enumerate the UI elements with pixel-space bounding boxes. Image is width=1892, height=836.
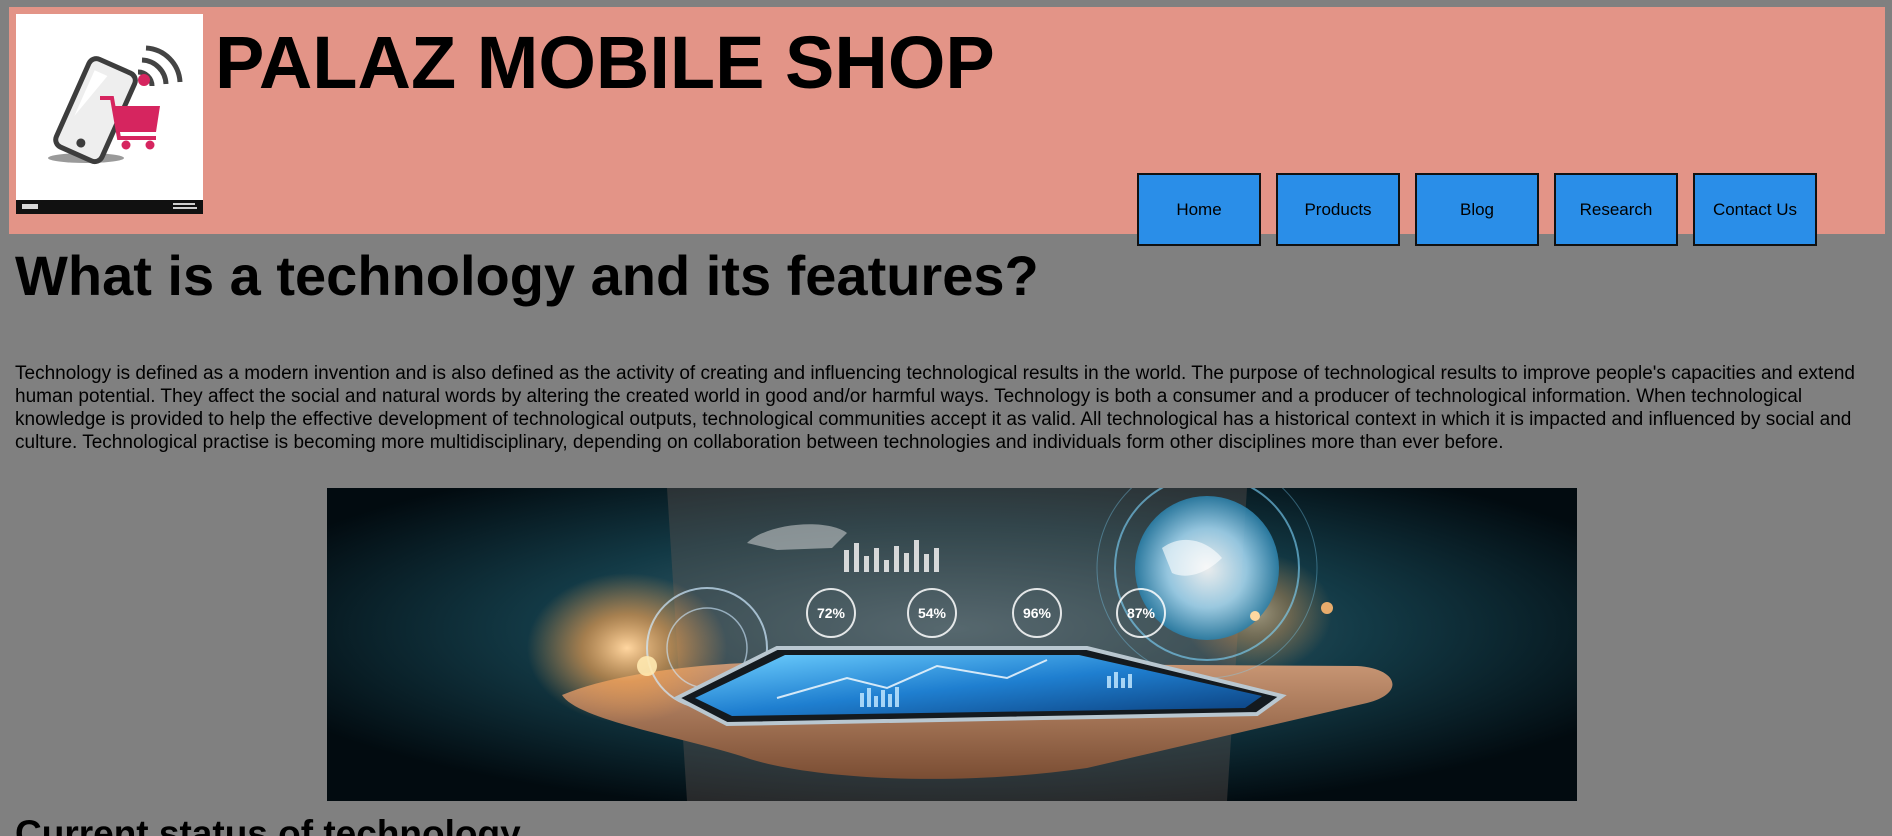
watermark-line — [173, 203, 195, 205]
nav-home-button[interactable]: Home — [1137, 173, 1261, 246]
phone-cart-logo-icon[interactable] — [16, 14, 203, 214]
site-title: PALAZ MOBILE SHOP — [215, 21, 995, 104]
nav-contact-button[interactable]: Contact Us — [1693, 173, 1817, 246]
hero-stat-4: 87% — [1127, 605, 1156, 621]
nav-research-button[interactable]: Research — [1554, 173, 1678, 246]
watermark-line — [173, 207, 197, 209]
watermark-mark — [22, 204, 38, 209]
site-header: PALAZ MOBILE SHOP Home Products Blog Res… — [9, 7, 1885, 246]
page: PALAZ MOBILE SHOP Home Products Blog Res… — [0, 0, 1892, 836]
main-navigation: Home Products Blog Research Contact Us — [1137, 173, 1817, 246]
nav-blog-button[interactable]: Blog — [1415, 173, 1539, 246]
article-paragraph: Technology is defined as a modern invent… — [15, 363, 1856, 453]
technology-phone-illustration: 72% 54% 96% 87% — [327, 488, 1577, 801]
logo-watermark-strip — [16, 200, 203, 214]
article-subheading: Current status of technology — [15, 813, 521, 836]
logo-graphic — [48, 45, 183, 165]
hero-image: 72% 54% 96% 87% — [327, 488, 1577, 801]
hero-stat-1: 72% — [817, 605, 846, 621]
hero-stat-3: 96% — [1023, 605, 1052, 621]
hero-stat-2: 54% — [918, 605, 947, 621]
nav-products-button[interactable]: Products — [1276, 173, 1400, 246]
article-heading: What is a technology and its features? — [15, 244, 1039, 307]
